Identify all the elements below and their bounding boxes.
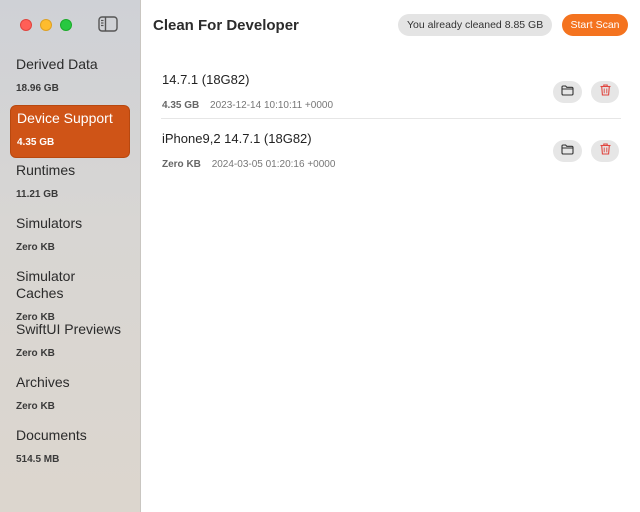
sidebar-item-documents[interactable]: Documents 514.5 MB — [10, 423, 130, 476]
close-window-button[interactable] — [20, 19, 32, 31]
item-date: 2024-03-05 01:20:16 +0000 — [211, 159, 336, 170]
sidebar-item-label: Device Support — [17, 110, 113, 126]
show-in-finder-button[interactable] — [553, 81, 582, 103]
item-name: 14.7.1 (18G82) — [162, 72, 250, 87]
sidebar-item-archives[interactable]: Archives Zero KB — [10, 370, 130, 423]
item-meta: Zero KB 2024-03-05 01:20:16 +0000 — [162, 159, 335, 170]
sidebar-item-size: Zero KB — [16, 401, 55, 412]
sidebar-item-size: Zero KB — [16, 242, 55, 253]
item-list: 14.7.1 (18G82) 4.35 GB 2023-12-14 10:10:… — [161, 60, 621, 178]
sidebar-item-size: 4.35 GB — [17, 137, 55, 148]
trash-icon — [600, 142, 611, 160]
minimize-window-button[interactable] — [40, 19, 52, 31]
sidebar-item-simulators[interactable]: Simulators Zero KB — [10, 211, 130, 264]
sidebar-item-label: Documents — [16, 427, 87, 443]
page-title: Clean For Developer — [153, 17, 299, 34]
delete-button[interactable] — [591, 140, 619, 162]
sidebar-item-size: 11.21 GB — [16, 189, 59, 200]
trash-icon — [600, 83, 611, 101]
sidebar-item-device-support[interactable]: Device Support 4.35 GB — [10, 105, 130, 158]
sidebar-toggle-icon[interactable] — [98, 16, 118, 32]
list-item: 14.7.1 (18G82) 4.35 GB 2023-12-14 10:10:… — [161, 60, 621, 119]
sidebar-item-runtimes[interactable]: Runtimes 11.21 GB — [10, 158, 130, 211]
item-size: 4.35 GB — [162, 100, 200, 111]
sidebar: Derived Data 18.96 GB Device Support 4.3… — [0, 0, 141, 512]
sidebar-list: Derived Data 18.96 GB Device Support 4.3… — [10, 52, 130, 476]
sidebar-item-label: Runtimes — [16, 162, 76, 178]
start-scan-button[interactable]: Start Scan — [562, 14, 628, 36]
delete-button[interactable] — [591, 81, 619, 103]
item-date: 2023-12-14 10:10:11 +0000 — [210, 100, 334, 111]
folder-icon — [561, 83, 574, 101]
list-item: iPhone9,2 14.7.1 (18G82) Zero KB 2024-03… — [161, 119, 621, 178]
window-controls — [20, 19, 72, 31]
cleaned-total-badge: You already cleaned 8.85 GB — [398, 14, 553, 36]
sidebar-item-simulator-caches[interactable]: Simulator Caches Zero KB — [10, 264, 130, 323]
sidebar-item-label: Simulator Caches — [16, 268, 76, 301]
show-in-finder-button[interactable] — [553, 140, 582, 162]
item-meta: 4.35 GB 2023-12-14 10:10:11 +0000 — [162, 100, 333, 111]
item-size: Zero KB — [162, 159, 201, 170]
app-window: Derived Data 18.96 GB Device Support 4.3… — [0, 0, 640, 512]
item-name: iPhone9,2 14.7.1 (18G82) — [162, 131, 312, 146]
folder-icon — [561, 142, 574, 160]
sidebar-item-size: 18.96 GB — [16, 83, 59, 94]
sidebar-item-derived-data[interactable]: Derived Data 18.96 GB — [10, 52, 130, 105]
sidebar-item-size: Zero KB — [16, 348, 55, 359]
sidebar-item-swiftui-previews[interactable]: SwiftUI Previews Zero KB — [10, 317, 130, 370]
sidebar-item-label: Derived Data — [16, 56, 98, 72]
sidebar-item-label: SwiftUI Previews — [16, 321, 122, 337]
main-content: Clean For Developer You already cleaned … — [141, 0, 640, 512]
sidebar-item-size: 514.5 MB — [16, 454, 60, 465]
sidebar-item-label: Simulators — [16, 215, 83, 231]
sidebar-item-label: Archives — [16, 374, 70, 390]
maximize-window-button[interactable] — [60, 19, 72, 31]
